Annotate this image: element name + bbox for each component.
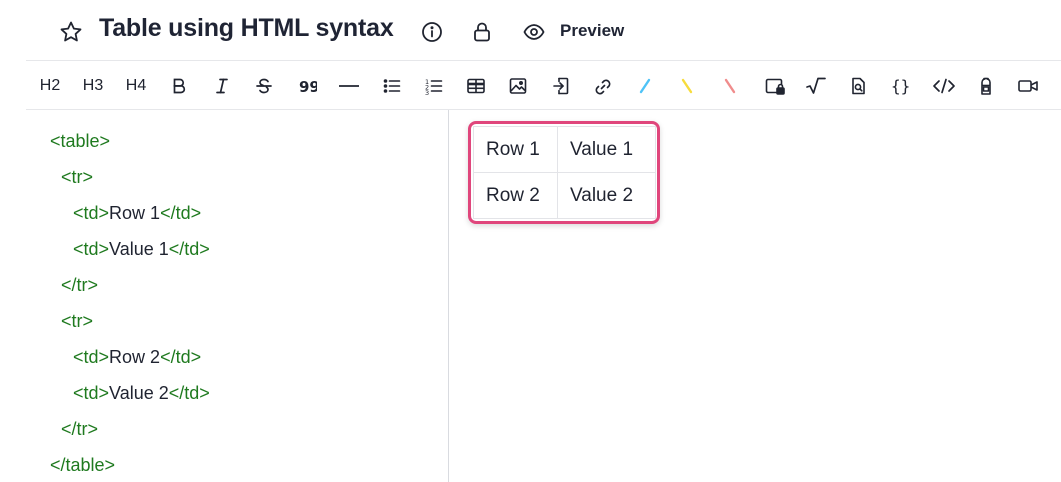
eye-icon[interactable] xyxy=(522,20,546,44)
highlighter-yellow-icon xyxy=(681,78,693,94)
table-button[interactable] xyxy=(458,61,494,111)
horizontal-rule-button[interactable] xyxy=(331,61,367,111)
code-line: </tr> xyxy=(61,275,99,295)
highlight-blue-button[interactable] xyxy=(627,61,663,111)
markdown-editor[interactable]: <table> <tr> <td>Row 1</td> <td>Value 1<… xyxy=(26,110,448,482)
code-line: <table> xyxy=(50,131,111,151)
italic-icon xyxy=(216,78,228,94)
code-line: </table> xyxy=(50,455,116,475)
heading-2-button[interactable]: H2 xyxy=(32,61,68,111)
svg-text:99: 99 xyxy=(299,78,317,96)
link-button[interactable] xyxy=(585,61,621,111)
table-highlight-outline xyxy=(468,121,660,224)
star-icon[interactable] xyxy=(59,20,83,44)
link-icon xyxy=(595,79,611,95)
table-icon xyxy=(467,78,485,94)
code-line: </tr> xyxy=(61,419,99,439)
strikethrough-button[interactable] xyxy=(246,61,282,111)
code-icon xyxy=(933,78,955,94)
code-line: <tr> xyxy=(61,167,94,187)
code-line: <td>Value 2</td> xyxy=(73,383,210,403)
quote-icon: 99 xyxy=(299,78,317,96)
svg-text:3: 3 xyxy=(425,89,429,96)
bullet-list-button[interactable] xyxy=(374,61,410,111)
image-button[interactable] xyxy=(500,61,536,111)
code-block-button[interactable]: {} xyxy=(883,61,919,111)
code-line: <td>Value 1</td> xyxy=(73,239,210,259)
video-button[interactable] xyxy=(1010,61,1046,111)
info-icon[interactable] xyxy=(420,20,444,44)
heading-3-button[interactable]: H3 xyxy=(75,61,111,111)
highlighter-blue-icon xyxy=(639,78,651,94)
locked-block-button[interactable] xyxy=(757,61,793,111)
highlighter-red-icon xyxy=(724,78,736,94)
embed-button[interactable] xyxy=(543,61,579,111)
square-root-icon xyxy=(806,77,826,94)
image-icon xyxy=(509,78,527,94)
highlight-yellow-button[interactable] xyxy=(669,61,705,111)
quote-button[interactable]: 99 xyxy=(289,61,325,111)
strikethrough-icon xyxy=(256,78,272,94)
video-icon xyxy=(1018,80,1038,92)
lock-icon[interactable] xyxy=(470,20,494,44)
italic-button[interactable] xyxy=(204,61,240,111)
numbered-list-button[interactable]: 1 2 3 xyxy=(416,61,452,111)
horizontal-rule-icon xyxy=(339,85,359,87)
plugin-button[interactable] xyxy=(968,61,1004,111)
page-title: Table using HTML syntax xyxy=(99,14,394,42)
code-line: <td>Row 1</td> xyxy=(73,203,202,223)
file-search-icon xyxy=(852,77,865,95)
numbered-list-icon: 1 2 3 xyxy=(425,78,443,96)
highlight-red-button[interactable] xyxy=(712,61,748,111)
preview-button[interactable]: Preview xyxy=(560,21,624,41)
bold-icon xyxy=(173,78,186,94)
math-button[interactable] xyxy=(798,61,834,111)
formatting-toolbar: H2 H3 H4 99 1 2 3 {} xyxy=(26,60,1061,110)
code-line: <tr> xyxy=(61,311,94,331)
locked-block-icon xyxy=(765,78,785,95)
html-code-button[interactable] xyxy=(926,61,962,111)
curly-braces-icon: {} xyxy=(891,77,910,96)
find-button[interactable] xyxy=(840,61,876,111)
bold-button[interactable] xyxy=(161,61,197,111)
document-header: Table using HTML syntax Preview xyxy=(0,0,1061,60)
svg-text:{}: {} xyxy=(891,77,910,96)
import-icon xyxy=(553,77,569,95)
code-line: <td>Row 2</td> xyxy=(73,347,202,367)
backpack-icon xyxy=(981,77,991,95)
preview-pane: Row 1 Value 1 Row 2 Value 2 xyxy=(449,110,1061,482)
bullet-list-icon xyxy=(383,79,401,93)
heading-4-button[interactable]: H4 xyxy=(118,61,154,111)
